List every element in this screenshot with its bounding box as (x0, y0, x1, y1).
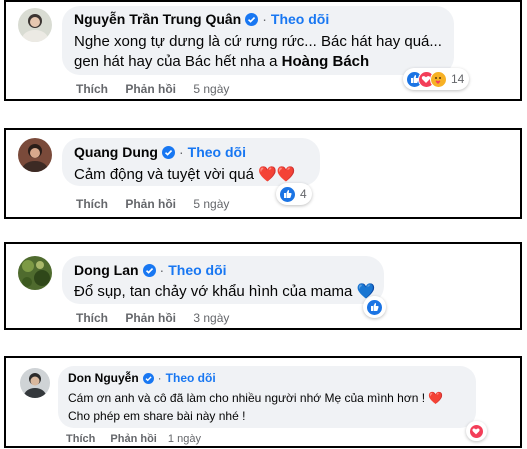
timestamp[interactable]: 5 ngày (193, 197, 229, 211)
avatar[interactable] (18, 8, 52, 42)
comment-card: Dong Lan · Theo dõi Đổ sụp, tan chảy vớ … (4, 242, 522, 330)
avatar[interactable] (18, 138, 52, 172)
verified-badge-icon (142, 263, 156, 277)
reaction-count: 4 (300, 187, 307, 201)
commenter-name[interactable]: Nguyễn Trần Trung Quân (74, 11, 241, 27)
timestamp[interactable]: 3 ngày (193, 311, 229, 325)
reaction-summary[interactable] (363, 296, 386, 318)
follow-button[interactable]: Theo dõi (168, 262, 226, 278)
comment-actions: Thích Phản hồi 5 ngày (76, 82, 229, 96)
reply-button[interactable]: Phản hồi (125, 197, 176, 211)
like-button[interactable]: Thích (66, 433, 95, 445)
reply-button[interactable]: Phản hồi (125, 311, 176, 325)
comment-card: Don Nguyễn · Theo dõi Cám ơn anh và cô đ… (4, 356, 522, 448)
like-button[interactable]: Thích (76, 197, 108, 211)
comment-actions: Thích Phản hồi 1 ngày (66, 433, 201, 445)
comment-card: Nguyễn Trần Trung Quân · Theo dõi Nghe x… (4, 0, 522, 101)
mention-link[interactable]: Hoàng Bách (282, 53, 370, 70)
comment-text: Cám ơn anh và cô đã làm cho nhiều người … (68, 391, 444, 423)
verified-badge-icon (162, 145, 175, 159)
separator-dot: · (262, 11, 267, 27)
like-icon (366, 298, 383, 316)
separator-dot: · (179, 144, 184, 160)
verified-badge-icon (142, 372, 154, 384)
love-icon (469, 423, 484, 439)
commenter-name[interactable]: Quang Dung (74, 144, 158, 160)
like-button[interactable]: Thích (76, 311, 108, 325)
follow-button[interactable]: Theo dõi (166, 371, 216, 385)
comment-actions: Thích Phản hồi 5 ngày (76, 197, 229, 211)
like-icon (279, 185, 296, 203)
follow-button[interactable]: Theo dõi (188, 144, 246, 160)
avatar[interactable] (20, 368, 50, 398)
comment-text: Nghe xong tự dưng là cứ rưng rức... Bác … (74, 33, 442, 70)
separator-dot: · (157, 371, 162, 385)
comment-text: Đổ sụp, tan chảy vớ khẩu hình của mama 💙 (74, 283, 376, 300)
separator-dot: · (159, 262, 165, 278)
follow-button[interactable]: Theo dõi (271, 11, 329, 27)
like-button[interactable]: Thích (76, 82, 108, 96)
avatar[interactable] (18, 256, 52, 290)
reply-button[interactable]: Phản hồi (110, 433, 156, 445)
comment-text: Cảm động và tuyệt vời quá ❤️❤️ (74, 166, 296, 183)
commenter-name[interactable]: Dong Lan (74, 262, 139, 278)
verified-badge-icon (245, 12, 259, 26)
reply-button[interactable]: Phản hồi (125, 82, 176, 96)
comment-actions: Thích Phản hồi 3 ngày (76, 311, 229, 325)
reaction-summary[interactable]: 4 (276, 183, 312, 205)
timestamp[interactable]: 1 ngày (168, 433, 201, 445)
care-icon (430, 70, 447, 88)
reaction-count: 14 (451, 72, 465, 86)
timestamp[interactable]: 5 ngày (193, 82, 229, 96)
commenter-name[interactable]: Don Nguyễn (68, 371, 139, 385)
reaction-summary[interactable]: 14 (403, 68, 470, 90)
reaction-summary[interactable] (466, 421, 487, 441)
comment-card: Quang Dung · Theo dõi Cảm động và tuyệt … (4, 128, 522, 219)
